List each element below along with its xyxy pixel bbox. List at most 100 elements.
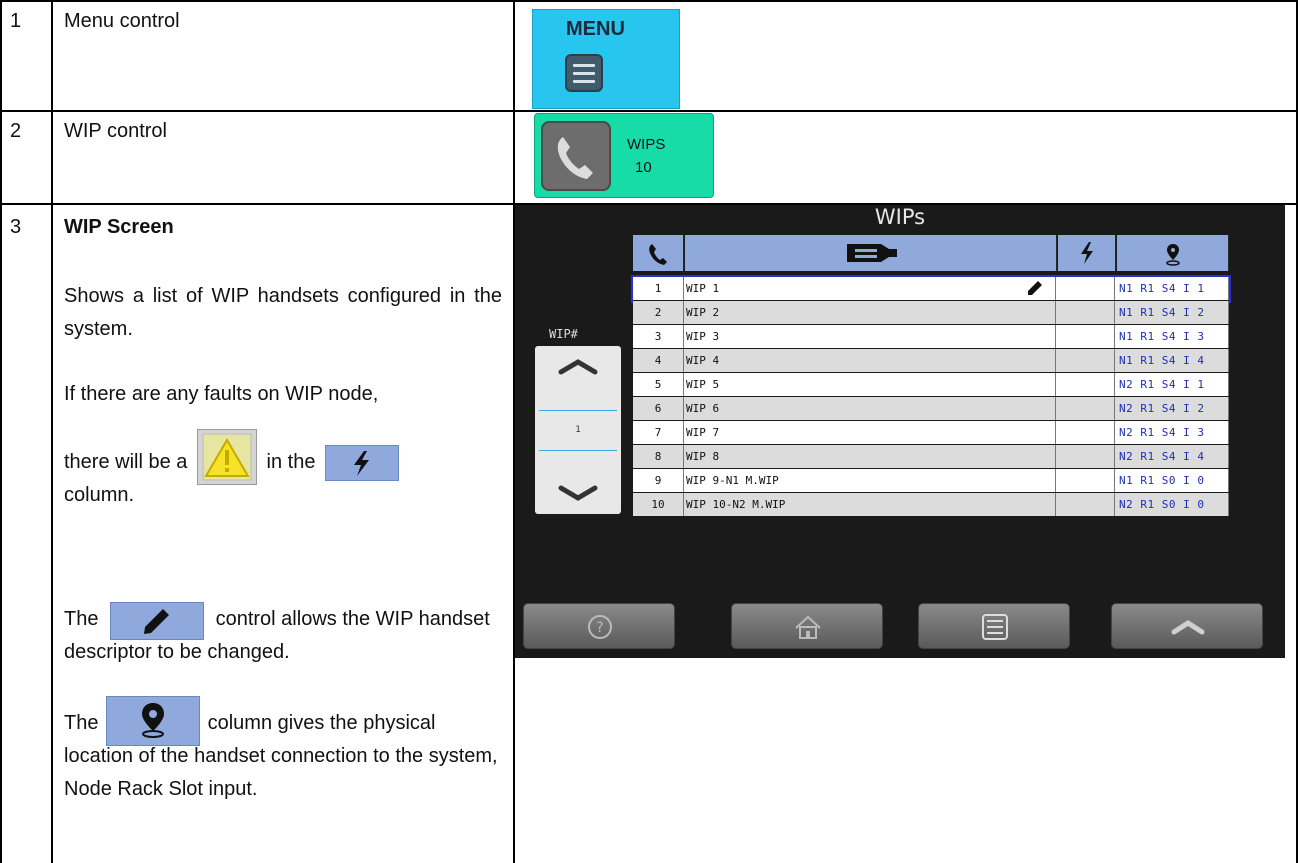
pencil-icon: [110, 602, 205, 640]
table-row[interactable]: 8 WIP 8 N2 R1 S4 I 4: [633, 445, 1229, 469]
warning-icon: [196, 429, 257, 485]
table-border: [0, 0, 2, 863]
pencil-icon[interactable]: [1027, 280, 1043, 296]
wip-number-cell: 8: [633, 445, 684, 468]
wip-fault-cell: [1056, 301, 1115, 324]
wip-control-button[interactable]: WIPS 10: [534, 113, 714, 198]
column-header-descriptor[interactable]: [685, 235, 1057, 271]
wip-location-cell: N2 R1 S4 I 3: [1115, 421, 1229, 444]
wip-number-cell: 9: [633, 469, 684, 492]
wip-name: WIP 6: [686, 402, 720, 415]
wip-name-cell[interactable]: WIP 5: [684, 373, 1056, 396]
description-text: If there are any faults on WIP node,: [64, 383, 379, 405]
wip-fault-cell: [1056, 373, 1115, 396]
wip-fault-cell: [1056, 325, 1115, 348]
wip-name: WIP 1: [686, 282, 720, 295]
wip-name-cell[interactable]: WIP 7: [684, 421, 1056, 444]
up-button[interactable]: [1111, 603, 1263, 649]
table-row[interactable]: 1 WIP 1 N1 R1 S4 I 1: [631, 275, 1231, 303]
wip-name: WIP 2: [686, 306, 720, 319]
description-line: there will be a in the: [64, 423, 502, 485]
description-text: Shows a list of WIP handsets configured …: [64, 285, 502, 340]
table-row[interactable]: 5 WIP 5 N2 R1 S4 I 1: [633, 373, 1229, 397]
wip-name: WIP 4: [686, 354, 720, 367]
wip-name-cell[interactable]: WIP 10-N2 M.WIP: [684, 493, 1056, 516]
wip-number-cell: 6: [633, 397, 684, 420]
wip-number-cell: 5: [633, 373, 684, 396]
scroll-up-icon[interactable]: [535, 350, 621, 380]
wip-fault-cell: [1056, 277, 1115, 300]
home-button[interactable]: [731, 603, 883, 649]
column-header-phone[interactable]: [633, 235, 684, 271]
row-title: WIP Screen: [64, 216, 174, 238]
scroll-down-icon[interactable]: [535, 478, 621, 508]
wip-number-scroller[interactable]: 1: [535, 346, 621, 514]
wip-name-cell[interactable]: WIP 6: [684, 397, 1056, 420]
table-border: [0, 0, 1298, 2]
wip-name-cell[interactable]: WIP 4: [684, 349, 1056, 372]
wip-control-value: 10: [635, 159, 652, 176]
row-number: 2: [10, 120, 22, 142]
wip-number-cell: 1: [633, 277, 684, 300]
description-line: The control allows the WIP handset descr…: [64, 598, 502, 669]
wip-location-cell: N1 R1 S4 I 1: [1115, 277, 1229, 300]
wip-location-cell: N2 R1 S4 I 1: [1115, 373, 1229, 396]
description-text: The: [64, 608, 99, 630]
wip-fault-cell: [1056, 397, 1115, 420]
phone-icon: [649, 244, 667, 265]
hamburger-icon: [565, 54, 603, 92]
table-row[interactable]: 6 WIP 6 N2 R1 S4 I 2: [633, 397, 1229, 421]
table-row[interactable]: 4 WIP 4 N1 R1 S4 I 4: [633, 349, 1229, 373]
tag-icon: [847, 244, 897, 262]
lightning-icon: [1081, 242, 1093, 264]
wip-name-cell[interactable]: WIP 2: [684, 301, 1056, 324]
table-row[interactable]: 10 WIP 10-N2 M.WIP N2 R1 S0 I 0: [633, 493, 1229, 517]
help-icon: ?: [588, 615, 612, 639]
menu-button[interactable]: MENU: [532, 9, 680, 109]
row-divider: [0, 110, 1298, 112]
menu-icon: [982, 614, 1008, 640]
wip-fault-cell: [1056, 349, 1115, 372]
wip-number-cell: 2: [633, 301, 684, 324]
wip-location-cell: N2 R1 S0 I 0: [1115, 493, 1229, 516]
wip-location-cell: N2 R1 S4 I 2: [1115, 397, 1229, 420]
description-paragraph: Shows a list of WIP handsets configured …: [64, 280, 502, 346]
description-text: in the: [266, 451, 316, 473]
wip-location-cell: N1 R1 S0 I 0: [1115, 469, 1229, 492]
table-row[interactable]: 7 WIP 7 N2 R1 S4 I 3: [633, 421, 1229, 445]
wip-name: WIP 10-N2 M.WIP: [686, 498, 786, 511]
wip-name-cell[interactable]: WIP 8: [684, 445, 1056, 468]
wip-name-cell[interactable]: WIP 9-N1 M.WIP: [684, 469, 1056, 492]
menu-button[interactable]: [918, 603, 1070, 649]
wip-name-cell[interactable]: WIP 3: [684, 325, 1056, 348]
table-row[interactable]: 9 WIP 9-N1 M.WIP N1 R1 S0 I 0: [633, 469, 1229, 493]
wip-number-cell: 10: [633, 493, 684, 516]
column-header-faults[interactable]: [1058, 235, 1116, 271]
location-pin-icon: [106, 696, 201, 746]
row-title: WIP control: [64, 120, 167, 142]
scroller-value: 1: [575, 425, 581, 435]
column-header-location[interactable]: [1117, 235, 1229, 271]
scroller-line: [539, 450, 617, 451]
table-row[interactable]: 3 WIP 3 N1 R1 S4 I 3: [633, 325, 1229, 349]
description-text: there will be a: [64, 451, 188, 473]
svg-text:?: ?: [596, 620, 603, 636]
description-text: column.: [64, 484, 135, 506]
phone-icon: [541, 121, 611, 191]
row-number: 1: [10, 10, 22, 32]
location-pin-icon: [1166, 244, 1180, 266]
wip-fault-cell: [1056, 469, 1115, 492]
description-paragraph: The column gives the physical location o…: [64, 690, 502, 806]
wip-fault-cell: [1056, 493, 1115, 516]
wip-name: WIP 3: [686, 330, 720, 343]
wip-number-cell: 4: [633, 349, 684, 372]
description-paragraph: The control allows the WIP handset descr…: [64, 598, 502, 669]
help-button[interactable]: ?: [523, 603, 675, 649]
wip-name: WIP 7: [686, 426, 720, 439]
wip-name-cell[interactable]: WIP 1: [684, 277, 1056, 300]
description-paragraph: If there are any faults on WIP node, the…: [64, 378, 502, 512]
wip-name: WIP 8: [686, 450, 720, 463]
column-divider: [51, 0, 53, 863]
menu-button-label: MENU: [566, 18, 625, 40]
table-row[interactable]: 2 WIP 2 N1 R1 S4 I 2: [633, 301, 1229, 325]
